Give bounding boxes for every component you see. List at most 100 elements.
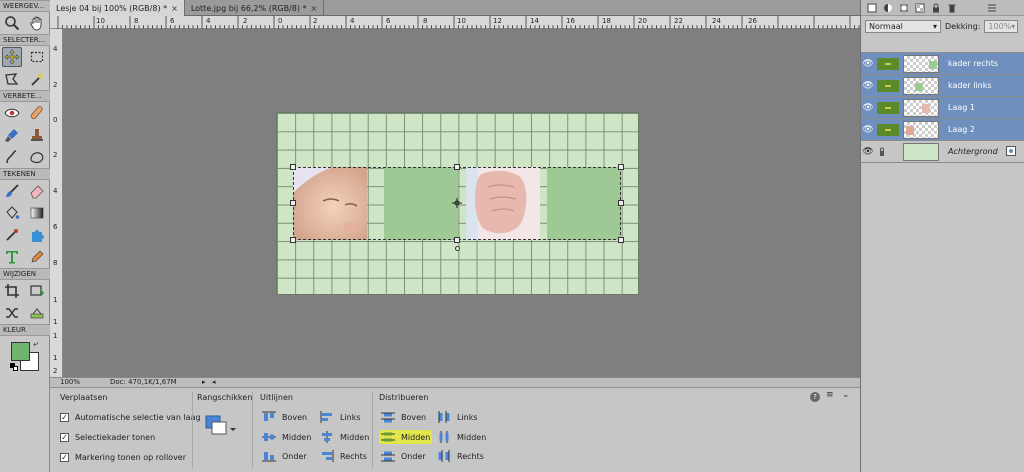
paint-bucket-tool[interactable] — [2, 203, 22, 223]
lasso-tool[interactable] — [2, 69, 22, 89]
eye-visibility-icon[interactable]: 👁 — [861, 59, 875, 69]
transform-handle[interactable] — [618, 237, 624, 243]
eyedropper-tool[interactable] — [2, 225, 22, 245]
content-aware-move-tool[interactable] — [2, 303, 22, 323]
sponge-tool[interactable] — [27, 147, 47, 167]
ruler-horizontal[interactable]: 10 8 6 4 2 0 2 4 6 8 10 12 14 16 18 20 2… — [50, 16, 860, 29]
tab-lotte[interactable]: Lotte.jpg bij 66,2% (RGB/8) * × — [185, 0, 325, 16]
ruler-number: 0 — [278, 17, 283, 25]
document-canvas[interactable] — [276, 112, 639, 295]
panel-menu-icon[interactable] — [987, 3, 997, 13]
divider — [372, 392, 373, 468]
distribute-right-button[interactable]: Rechts — [435, 449, 486, 463]
options-menu-icon[interactable]: ≡ — [826, 390, 834, 400]
distribute-middle-button[interactable]: Midden — [379, 430, 433, 444]
link-icon[interactable] — [877, 79, 899, 92]
show-highlight-rollover-checkbox[interactable]: ✓ Markering tonen op rollover — [60, 453, 186, 462]
recompose-tool[interactable] — [27, 281, 47, 301]
gradient-tool[interactable] — [27, 203, 47, 223]
align-bottom-button[interactable]: Onder — [260, 449, 309, 463]
transform-handle[interactable] — [290, 200, 296, 206]
arrange-dropdown[interactable] — [205, 414, 237, 440]
blend-mode-dropdown[interactable]: Normaal ▾ — [865, 19, 941, 33]
opacity-field[interactable]: 100% ▾ — [984, 19, 1019, 33]
align-bottom-icon — [262, 452, 276, 462]
transform-handle[interactable] — [454, 237, 460, 243]
auto-select-layer-checkbox[interactable]: ✓ Automatische selectie van laag — [60, 413, 201, 422]
brush-tool[interactable] — [2, 181, 22, 201]
transform-handle[interactable] — [290, 164, 296, 170]
healing-brush-tool[interactable] — [27, 103, 47, 123]
layer-laag-2[interactable]: 👁 Laag 2 — [861, 119, 1024, 141]
foreground-color-swatch[interactable] — [11, 342, 30, 361]
layer-kader-rechts[interactable]: 👁 kader rechts — [861, 53, 1024, 75]
pencil-tool[interactable] — [27, 247, 47, 267]
ruler-number: 16 — [566, 17, 575, 25]
red-eye-tool[interactable] — [2, 103, 22, 123]
distribute-center-button[interactable]: Midden — [435, 430, 488, 444]
lock-icon[interactable] — [931, 3, 941, 13]
mask-icon[interactable] — [899, 3, 909, 13]
gradient-icon — [30, 207, 44, 219]
transform-handle[interactable] — [618, 200, 624, 206]
distribute-left-button[interactable]: Links — [435, 410, 480, 424]
zoom-tool[interactable] — [2, 13, 22, 33]
layer-achtergrond[interactable]: 👁 Achtergrond — [861, 141, 1024, 163]
link-icon[interactable] — [877, 57, 899, 70]
distribute-label: Boven — [401, 412, 427, 422]
show-bounding-box-checkbox[interactable]: ✓ Selectiekader tonen — [60, 433, 155, 442]
default-colors-icon[interactable] — [10, 363, 18, 371]
link-icon[interactable] — [877, 123, 899, 136]
align-middle-button[interactable]: Midden — [260, 430, 313, 444]
transform-handle[interactable] — [290, 237, 296, 243]
zoom-level[interactable]: 100% — [60, 378, 80, 387]
layer-style-icon[interactable] — [1006, 145, 1016, 158]
eye-visibility-icon[interactable]: 👁 — [861, 147, 875, 157]
reference-point-icon — [452, 198, 462, 208]
smart-brush-tool[interactable] — [2, 125, 22, 145]
align-center-button[interactable]: Midden — [318, 430, 371, 444]
blur-tool[interactable] — [2, 147, 22, 167]
transform-handle[interactable] — [618, 164, 624, 170]
ruler-vertical[interactable]: 4 2 0 2 4 6 8 1 1 1 1 2 — [50, 29, 63, 377]
close-icon[interactable]: × — [311, 1, 318, 16]
trash-icon[interactable] — [947, 3, 957, 13]
transform-handle[interactable] — [454, 164, 460, 170]
blend-row: Normaal ▾ Dekking: 100% ▾ — [861, 16, 1024, 36]
layer-laag-1[interactable]: 👁 Laag 1 — [861, 97, 1024, 119]
new-layer-icon[interactable] — [867, 3, 877, 13]
swap-colors-icon[interactable]: ⤶ — [33, 339, 38, 349]
align-left-button[interactable]: Links — [318, 410, 363, 424]
hand-tool[interactable] — [27, 13, 47, 33]
rotate-handle[interactable] — [455, 246, 460, 251]
distribute-bottom-button[interactable]: Onder — [379, 449, 428, 463]
marquee-tool[interactable] — [27, 47, 47, 67]
straighten-icon — [30, 308, 44, 319]
scroll-left-icon[interactable]: ◂ — [212, 378, 216, 387]
eraser-tool[interactable] — [27, 181, 47, 201]
straighten-tool[interactable] — [27, 303, 47, 323]
align-right-button[interactable]: Rechts — [318, 449, 369, 463]
help-icon[interactable]: ? — [810, 392, 820, 402]
distribute-top-button[interactable]: Boven — [379, 410, 428, 424]
magic-wand-tool[interactable] — [27, 69, 47, 89]
adjustment-layer-icon[interactable] — [883, 3, 893, 13]
clone-stamp-tool[interactable] — [27, 125, 47, 145]
close-icon[interactable]: × — [171, 1, 178, 16]
distribute-label: Links — [457, 412, 478, 422]
collapse-chevron-icon[interactable]: ⌄ — [842, 390, 850, 400]
move-tool[interactable] — [2, 47, 23, 67]
eye-visibility-icon[interactable]: 👁 — [861, 81, 875, 91]
layer-kader-links[interactable]: 👁 kader links — [861, 75, 1024, 97]
eye-visibility-icon[interactable]: 👁 — [861, 103, 875, 113]
crop-tool[interactable] — [2, 281, 22, 301]
custom-shape-tool[interactable] — [27, 225, 47, 245]
lock-transparency-icon[interactable] — [915, 3, 925, 13]
align-top-button[interactable]: Boven — [260, 410, 309, 424]
color-swatches[interactable]: ⤶ — [0, 336, 49, 372]
type-tool[interactable] — [2, 247, 22, 267]
eye-visibility-icon[interactable]: 👁 — [861, 125, 875, 135]
tab-lesje04[interactable]: Lesje 04 bij 100% (RGB/8) * × — [50, 0, 185, 16]
status-arrow-icon[interactable]: ▸ — [202, 378, 206, 387]
link-icon[interactable] — [877, 101, 899, 114]
